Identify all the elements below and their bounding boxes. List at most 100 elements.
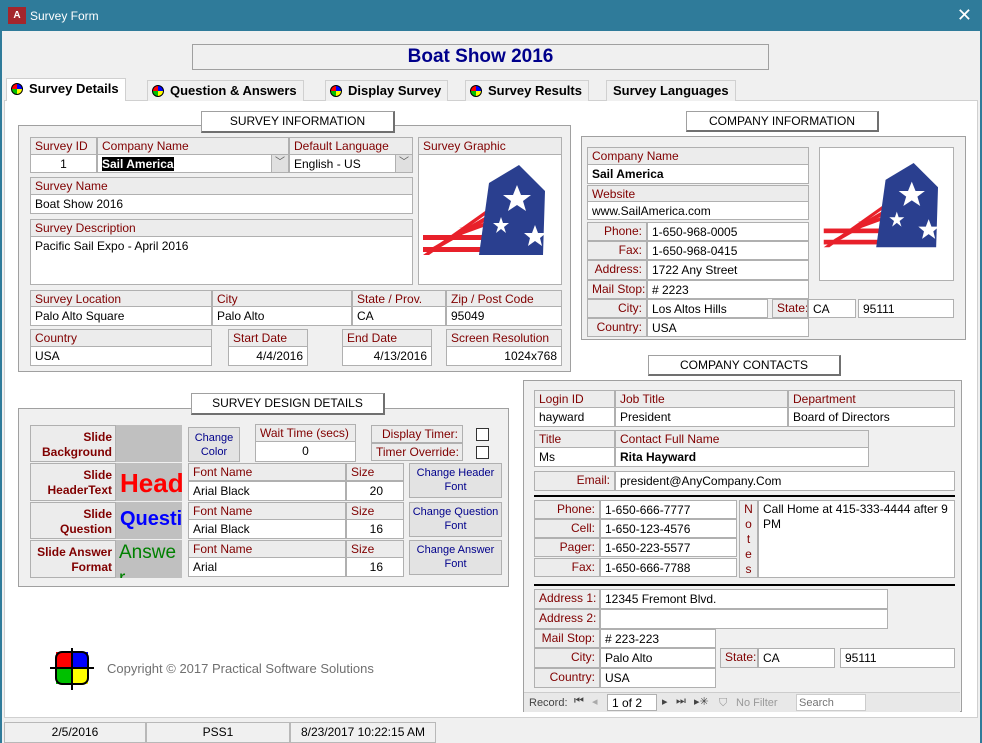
- tab-display-survey[interactable]: Display Survey: [325, 80, 449, 101]
- screen-resolution-field[interactable]: 1024x768: [446, 346, 562, 366]
- country-field[interactable]: USA: [30, 346, 212, 366]
- chevron-down-icon[interactable]: ﹀: [395, 155, 412, 172]
- pager-field[interactable]: 1-650-223-5577: [600, 538, 737, 557]
- previous-record-icon[interactable]: ◂: [592, 695, 598, 708]
- question-size-field[interactable]: 16: [346, 519, 404, 539]
- header-size-label: Size: [346, 463, 404, 481]
- email-field[interactable]: president@AnyCompany.Com: [615, 471, 955, 491]
- fax-field[interactable]: 1-650-968-0415: [647, 241, 809, 260]
- notes-field[interactable]: Call Home at 415-333-4444 after 9 PM: [758, 500, 955, 578]
- tab-question-answers[interactable]: Question & Answers: [147, 80, 304, 101]
- city-label: City:: [587, 299, 647, 318]
- end-date-label: End Date: [342, 329, 432, 347]
- job-title-field[interactable]: President: [615, 407, 788, 427]
- city-field[interactable]: Palo Alto: [212, 306, 352, 326]
- email-label: Email:: [534, 471, 615, 491]
- city-field[interactable]: Palo Alto: [600, 648, 716, 668]
- login-id-field[interactable]: hayward: [534, 407, 615, 427]
- display-timer-checkbox[interactable]: [476, 428, 489, 441]
- start-date-field[interactable]: 4/4/2016: [228, 346, 308, 366]
- phone-field[interactable]: 1-650-666-7777: [600, 500, 737, 519]
- survey-id-field[interactable]: 1: [30, 154, 97, 173]
- address-1-field[interactable]: 12345 Fremont Blvd.: [600, 589, 888, 609]
- company-logo-image: [819, 147, 954, 281]
- no-filter-icon: ⛉: [719, 697, 728, 709]
- mail-stop-label: Mail Stop:: [534, 629, 600, 648]
- survey-location-field[interactable]: Palo Alto Square: [30, 306, 212, 326]
- contact-full-name-label: Contact Full Name: [615, 430, 869, 448]
- answer-font-name-field[interactable]: Arial: [188, 557, 346, 577]
- default-language-value: English - US: [294, 157, 361, 171]
- company-name-label: Company Name: [97, 137, 289, 155]
- change-header-font-button[interactable]: Change Header Font: [409, 463, 502, 498]
- end-date-field[interactable]: 4/13/2016: [342, 346, 432, 366]
- mail-stop-label: Mail Stop:: [587, 280, 647, 299]
- contact-full-name-field[interactable]: Rita Hayward: [615, 447, 869, 467]
- search-input[interactable]: [796, 694, 866, 711]
- fax-field[interactable]: 1-650-666-7788: [600, 558, 737, 577]
- company-contacts-heading: COMPANY CONTACTS: [648, 355, 841, 376]
- department-field[interactable]: Board of Directors: [788, 407, 955, 427]
- color-wheel-icon: [330, 85, 342, 97]
- survey-description-field[interactable]: Pacific Sail Expo - April 2016: [30, 236, 413, 285]
- title-field[interactable]: Ms: [534, 447, 615, 467]
- access-app-icon: A: [8, 7, 26, 24]
- change-question-font-button[interactable]: Change Question Font: [409, 502, 502, 537]
- title-bar: A Survey Form ✕: [0, 0, 982, 31]
- default-language-combo[interactable]: English - US ﹀: [289, 154, 413, 173]
- state-field[interactable]: CA: [808, 299, 856, 318]
- notes-label: Notes: [739, 500, 758, 578]
- change-answer-font-button[interactable]: Change Answer Font: [409, 540, 502, 575]
- wait-time-field[interactable]: 0: [255, 441, 356, 462]
- new-record-icon[interactable]: ▸✳: [694, 695, 709, 708]
- header-size-field[interactable]: 20: [346, 481, 404, 501]
- question-font-name-field[interactable]: Arial Black: [188, 519, 346, 539]
- header-font-name-field[interactable]: Arial Black: [188, 481, 346, 501]
- city-field[interactable]: Los Altos Hills: [647, 299, 768, 318]
- phone-field[interactable]: 1-650-968-0005: [647, 222, 809, 241]
- survey-name-label: Survey Name: [30, 177, 413, 195]
- tab-survey-details[interactable]: Survey Details: [6, 78, 126, 101]
- tab-survey-results[interactable]: Survey Results: [465, 80, 589, 101]
- job-title-label: Job Title: [615, 390, 788, 408]
- mail-stop-field[interactable]: # 223-223: [600, 629, 716, 648]
- state-label: State:: [772, 299, 808, 318]
- state-label: State:: [720, 648, 758, 668]
- window-border: [0, 31, 2, 743]
- header-font-name-label: Font Name: [188, 463, 346, 481]
- mail-stop-field[interactable]: # 2223: [647, 280, 809, 299]
- address-field[interactable]: 1722 Any Street: [647, 260, 809, 280]
- next-record-icon[interactable]: ▸: [662, 695, 668, 708]
- timer-override-checkbox[interactable]: [476, 446, 489, 459]
- notes-letter: s: [745, 562, 752, 576]
- tab-survey-languages[interactable]: Survey Languages: [606, 80, 736, 101]
- zip-field[interactable]: 95111: [840, 648, 955, 668]
- website-field[interactable]: www.SailAmerica.com: [587, 201, 809, 220]
- survey-design-heading: SURVEY DESIGN DETAILS: [191, 393, 385, 415]
- answer-size-label: Size: [346, 540, 404, 558]
- company-name-combo[interactable]: Sail America ﹀: [97, 154, 289, 173]
- country-field[interactable]: USA: [600, 668, 716, 688]
- company-information-heading: COMPANY INFORMATION: [686, 111, 879, 132]
- address-2-field[interactable]: [600, 609, 888, 629]
- company-name-field[interactable]: Sail America: [587, 164, 809, 184]
- state-field[interactable]: CA: [758, 648, 835, 668]
- answer-size-field[interactable]: 16: [346, 557, 404, 577]
- chevron-down-icon[interactable]: ﹀: [271, 155, 288, 172]
- slide-answer-label: Slide Answer Format: [30, 540, 116, 578]
- country-field[interactable]: USA: [647, 318, 809, 337]
- zip-field[interactable]: 95111: [858, 299, 954, 318]
- cell-field[interactable]: 1-650-123-4576: [600, 519, 737, 538]
- last-record-icon[interactable]: ⏭: [676, 695, 686, 708]
- address-1-label: Address 1:: [534, 589, 600, 609]
- start-date-label: Start Date: [228, 329, 308, 347]
- first-record-icon[interactable]: ⏮: [574, 695, 584, 708]
- zip-field[interactable]: 95049: [446, 306, 562, 326]
- survey-location-label: Survey Location: [30, 290, 212, 307]
- change-color-button[interactable]: Change Color: [188, 427, 240, 462]
- survey-name-field[interactable]: Boat Show 2016: [30, 194, 413, 214]
- filter-toggle[interactable]: No Filter: [736, 697, 778, 709]
- state-field[interactable]: CA: [352, 306, 446, 326]
- current-record-input[interactable]: 1 of 2: [607, 694, 657, 711]
- close-icon[interactable]: ✕: [957, 5, 972, 26]
